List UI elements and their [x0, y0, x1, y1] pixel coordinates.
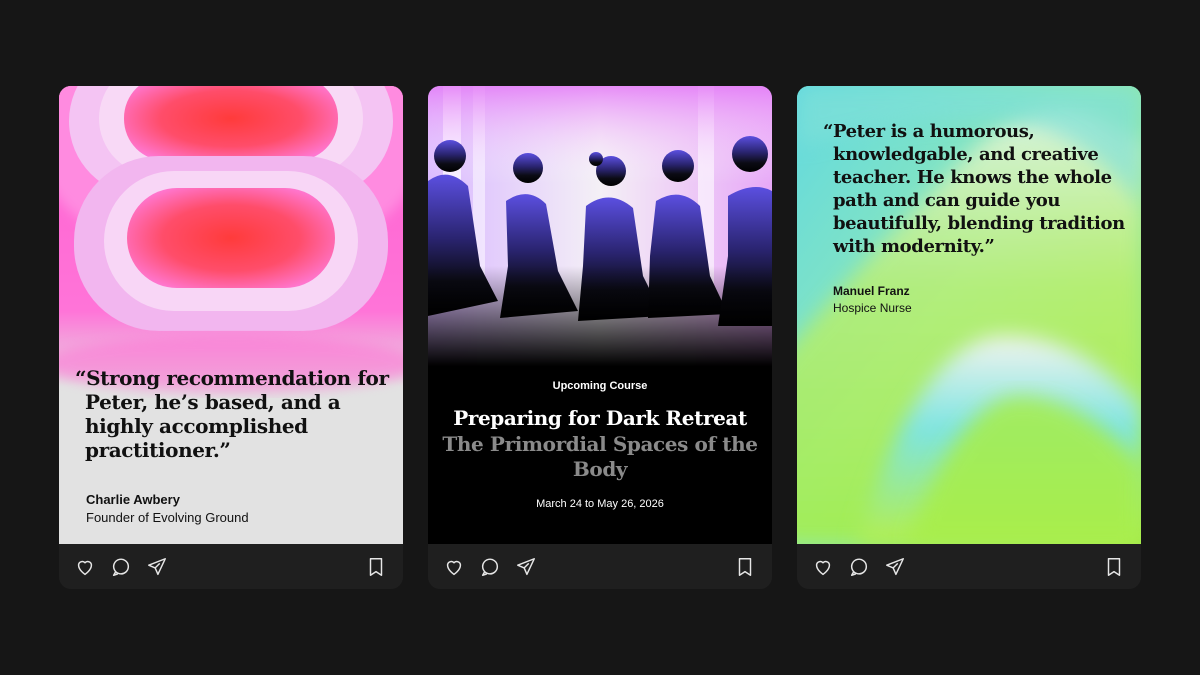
- author-role: Hospice Nurse: [833, 301, 912, 315]
- post-image-3[interactable]: “Peter is a humorous, knowledgable, and …: [797, 86, 1141, 544]
- bookmark-icon[interactable]: [734, 556, 756, 578]
- bookmark-icon[interactable]: [365, 556, 387, 578]
- comment-icon[interactable]: [848, 556, 870, 578]
- heart-icon[interactable]: [74, 556, 96, 578]
- course-title: Preparing for Dark Retreat: [453, 406, 747, 430]
- author-name: Charlie Awbery: [86, 492, 180, 507]
- send-icon[interactable]: [515, 556, 537, 578]
- post-actions-bar: [59, 544, 403, 589]
- course-dates: March 24 to May 26, 2026: [536, 498, 664, 510]
- testimonial-quote: “Strong recommendation for Peter, he’s b…: [75, 366, 389, 462]
- meditation-group-photo: [428, 86, 772, 366]
- heart-icon[interactable]: [443, 556, 465, 578]
- author-name: Manuel Franz: [833, 284, 910, 298]
- author-role: Founder of Evolving Ground: [86, 510, 249, 525]
- post-card-2[interactable]: Upcoming Course Preparing for Dark Retre…: [428, 86, 772, 589]
- comment-icon[interactable]: [110, 556, 132, 578]
- post-actions-bar: [797, 544, 1141, 589]
- post-card-1[interactable]: “Strong recommendation for Peter, he’s b…: [59, 86, 403, 589]
- post-card-3[interactable]: “Peter is a humorous, knowledgable, and …: [797, 86, 1141, 589]
- bookmark-icon[interactable]: [1103, 556, 1125, 578]
- post-image-2[interactable]: Upcoming Course Preparing for Dark Retre…: [428, 86, 772, 544]
- heart-icon[interactable]: [812, 556, 834, 578]
- comment-icon[interactable]: [479, 556, 501, 578]
- post-image-1[interactable]: “Strong recommendation for Peter, he’s b…: [59, 86, 403, 544]
- send-icon[interactable]: [146, 556, 168, 578]
- course-label: Upcoming Course: [552, 380, 648, 392]
- testimonial-quote: “Peter is a humorous, knowledgable, and …: [823, 121, 1125, 257]
- post-actions-bar: [428, 544, 772, 589]
- send-icon[interactable]: [884, 556, 906, 578]
- abstract-gradient-art: [59, 86, 403, 392]
- course-subtitle: The Primordial Spaces of the Body: [442, 432, 758, 481]
